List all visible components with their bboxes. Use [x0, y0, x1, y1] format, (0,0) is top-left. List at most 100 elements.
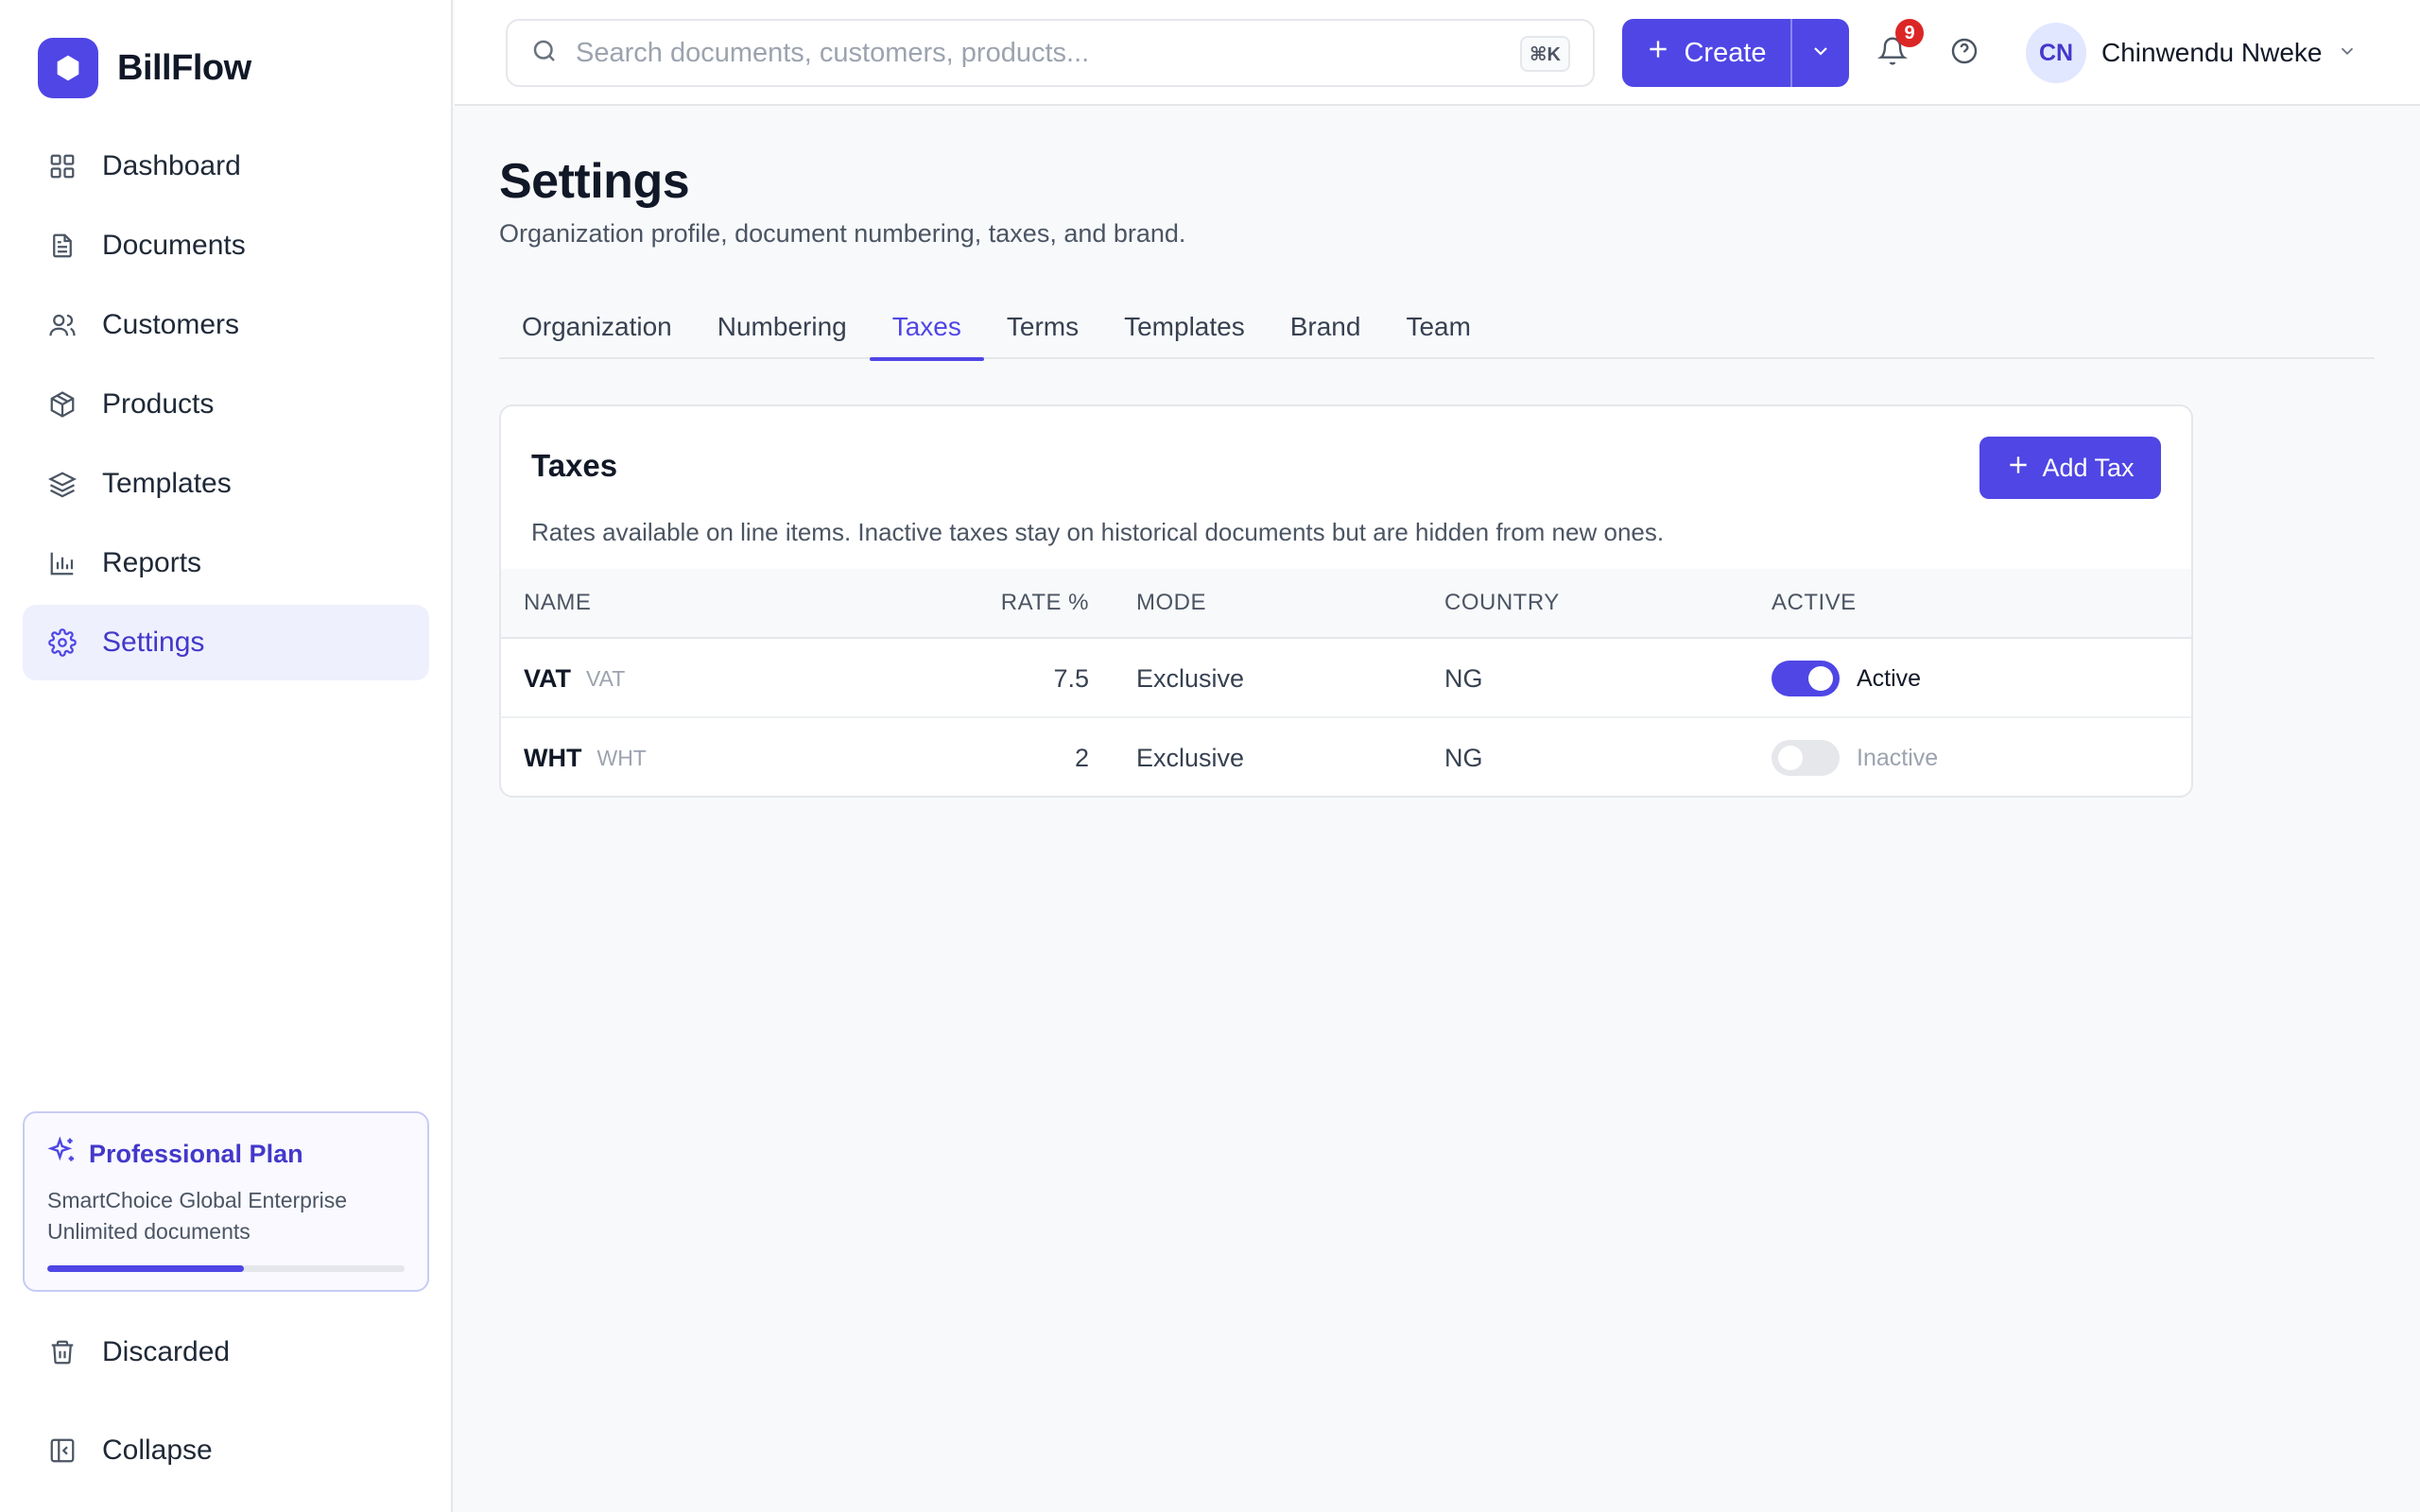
- sidebar-item-label: Settings: [102, 627, 205, 658]
- sidebar-item-settings[interactable]: Settings: [23, 605, 429, 680]
- tax-name-cell: WHT WHT: [524, 718, 647, 796]
- create-dropdown-button[interactable]: [1790, 19, 1849, 87]
- sidebar-item-label: Customers: [102, 309, 240, 340]
- sidebar-item-reports[interactable]: Reports: [23, 525, 429, 601]
- sidebar-item-label: Templates: [102, 468, 232, 499]
- create-button-group: Create: [1622, 19, 1849, 87]
- active-status-label: Inactive: [1857, 744, 1939, 771]
- create-label: Create: [1684, 37, 1767, 68]
- sidebar-item-documents[interactable]: Documents: [23, 208, 429, 284]
- tab-numbering[interactable]: Numbering: [695, 295, 870, 359]
- users-icon: [45, 308, 79, 342]
- topbar: ⌘K Create 9 CN Chinwendu Nweke: [455, 0, 2420, 106]
- tax-mode: Exclusive: [1136, 663, 1245, 693]
- help-button[interactable]: [1944, 32, 1985, 74]
- sidebar-item-label: Collapse: [102, 1435, 213, 1466]
- plan-header: Professional Plan: [47, 1136, 405, 1173]
- search-input[interactable]: [576, 37, 1483, 69]
- sparkles-icon: [47, 1136, 78, 1173]
- sidebar-item-discarded[interactable]: Discarded: [23, 1314, 429, 1390]
- sidebar-collapse-button[interactable]: Collapse: [23, 1413, 429, 1488]
- tab-templates[interactable]: Templates: [1101, 295, 1268, 359]
- bottom-nav-discarded: Discarded: [23, 1314, 429, 1394]
- tax-mode: Exclusive: [1136, 743, 1245, 772]
- chevron-down-icon: [1809, 40, 1832, 67]
- sidebar-item-templates[interactable]: Templates: [23, 446, 429, 522]
- column-header-country[interactable]: COUNTRY: [1444, 569, 1560, 637]
- table-row[interactable]: WHT WHT 2 Exclusive NG Inactive: [501, 718, 2191, 796]
- sidebar-item-label: Discarded: [102, 1336, 231, 1367]
- sidebar-item-products[interactable]: Products: [23, 367, 429, 442]
- logo-icon: [38, 38, 98, 98]
- tab-terms[interactable]: Terms: [984, 295, 1101, 359]
- tax-code: WHT: [596, 745, 647, 770]
- taxes-card-description: Rates available on line items. Inactive …: [531, 518, 1665, 546]
- avatar: CN: [2026, 23, 2086, 83]
- create-button[interactable]: Create: [1622, 19, 1790, 87]
- tab-taxes[interactable]: Taxes: [869, 295, 985, 361]
- toggle-knob: [1778, 746, 1803, 770]
- page-subtitle: Organization profile, document numbering…: [499, 219, 1186, 248]
- tax-name-cell: VAT VAT: [524, 639, 625, 718]
- plan-usage-fill: [47, 1265, 244, 1272]
- trash-icon: [45, 1335, 79, 1369]
- tax-active-cell: Active: [1772, 639, 1921, 718]
- sidebar-item-label: Products: [102, 388, 215, 420]
- sidebar-item-label: Dashboard: [102, 150, 241, 181]
- active-toggle[interactable]: [1772, 740, 1840, 776]
- search-box[interactable]: ⌘K: [506, 19, 1595, 87]
- plan-card[interactable]: Professional Plan SmartChoice Global Ent…: [23, 1111, 429, 1292]
- plan-usage-bar: [47, 1265, 405, 1272]
- bottom-nav-collapse: Collapse: [23, 1413, 429, 1492]
- taxes-card-title: Taxes: [531, 448, 618, 483]
- sidebar-item-dashboard[interactable]: Dashboard: [23, 129, 429, 204]
- active-status-label: Active: [1857, 664, 1922, 692]
- tax-code: VAT: [586, 665, 626, 691]
- collapse-sidebar-icon: [45, 1434, 79, 1468]
- chevron-down-icon: [2337, 41, 2358, 66]
- sidebar: BillFlow Dashboard Documents Customers P…: [0, 0, 453, 1512]
- sidebar-item-customers[interactable]: Customers: [23, 287, 429, 363]
- tax-country: NG: [1444, 663, 1483, 693]
- table-row[interactable]: VAT VAT 7.5 Exclusive NG Active: [501, 639, 2191, 718]
- help-icon: [1949, 36, 1979, 71]
- tax-country: NG: [1444, 743, 1483, 772]
- column-header-name[interactable]: NAME: [524, 569, 591, 637]
- gear-icon: [45, 626, 79, 660]
- tax-name: WHT: [524, 743, 582, 772]
- taxes-card: Taxes Add Tax Rates available on line it…: [499, 404, 2193, 798]
- add-tax-button[interactable]: Add Tax: [1979, 437, 2161, 499]
- box-icon: [45, 387, 79, 421]
- column-header-mode[interactable]: MODE: [1136, 569, 1206, 637]
- page-title: Settings: [499, 154, 690, 209]
- sidebar-nav: Dashboard Documents Customers Products T…: [23, 129, 429, 684]
- plan-name: Professional Plan: [89, 1140, 303, 1168]
- sidebar-item-label: Documents: [102, 230, 246, 261]
- settings-tabs: Organization Numbering Taxes Terms Templ…: [499, 295, 2375, 361]
- app-name: BillFlow: [117, 47, 251, 88]
- plus-icon: [1646, 37, 1670, 69]
- user-name: Chinwendu Nweke: [2101, 38, 2323, 67]
- dashboard-icon: [45, 149, 79, 183]
- tab-team[interactable]: Team: [1383, 295, 1493, 359]
- plan-document-limit: Unlimited documents: [47, 1219, 251, 1244]
- tax-rate: 7.5: [1053, 663, 1089, 693]
- sidebar-item-label: Reports: [102, 547, 202, 578]
- tax-active-cell: Inactive: [1772, 718, 1939, 796]
- plan-organization: SmartChoice Global Enterprise: [47, 1188, 348, 1212]
- search-shortcut-hint: ⌘K: [1520, 36, 1570, 72]
- tax-name: VAT: [524, 663, 571, 693]
- brand[interactable]: BillFlow: [38, 38, 251, 98]
- layers-icon: [45, 467, 79, 501]
- tax-rate: 2: [1074, 743, 1089, 772]
- add-tax-label: Add Tax: [2042, 453, 2135, 482]
- user-menu[interactable]: CN Chinwendu Nweke: [2026, 21, 2358, 85]
- active-toggle[interactable]: [1772, 661, 1840, 696]
- bar-chart-icon: [45, 546, 79, 580]
- column-header-rate[interactable]: RATE %: [1001, 569, 1089, 637]
- tab-organization[interactable]: Organization: [499, 295, 695, 359]
- column-header-active[interactable]: ACTIVE: [1772, 569, 1857, 637]
- notification-count-badge: 9: [1895, 19, 1924, 47]
- taxes-table-header: NAME RATE % MODE COUNTRY ACTIVE: [501, 569, 2191, 639]
- tab-brand[interactable]: Brand: [1268, 295, 1384, 359]
